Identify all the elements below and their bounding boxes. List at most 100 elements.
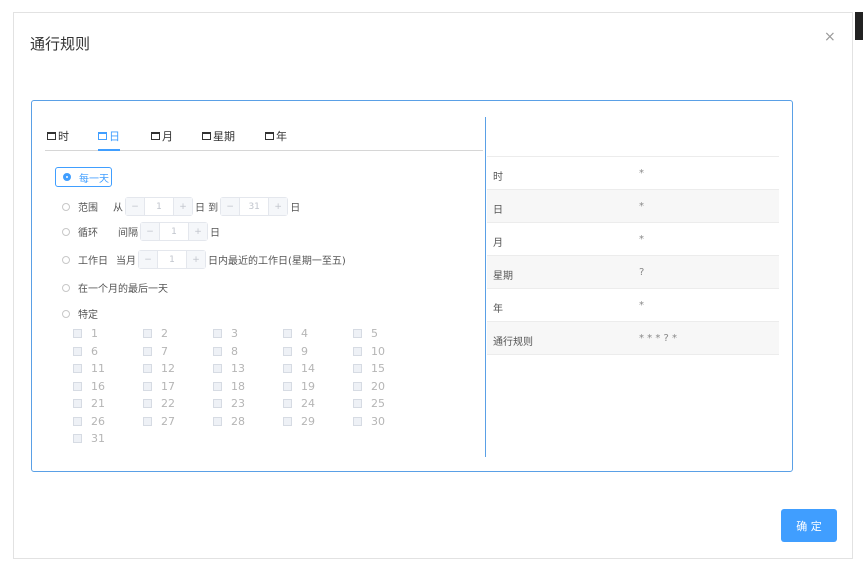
- tab-week[interactable]: 星期: [202, 128, 235, 144]
- day-checkbox[interactable]: [283, 329, 292, 338]
- day-checkbox-item[interactable]: 25: [353, 397, 385, 410]
- decrease-button[interactable]: −: [139, 251, 157, 268]
- day-checkbox-item[interactable]: 19: [283, 380, 315, 393]
- day-checkbox[interactable]: [283, 346, 292, 356]
- day-label: 22: [161, 397, 175, 410]
- increase-button[interactable]: +: [189, 223, 207, 240]
- every-day-radio[interactable]: [63, 173, 71, 181]
- day-checkbox[interactable]: [283, 381, 292, 391]
- day-checkbox-item[interactable]: 5: [353, 327, 378, 340]
- tab-year[interactable]: 年: [265, 128, 287, 144]
- last-day-radio[interactable]: [62, 283, 70, 292]
- day-checkbox[interactable]: [73, 399, 82, 408]
- day-checkbox[interactable]: [143, 381, 152, 391]
- day-checkbox[interactable]: [283, 416, 292, 426]
- day-checkbox-item[interactable]: 30: [353, 415, 385, 428]
- day-checkbox[interactable]: [73, 381, 82, 391]
- day-checkbox[interactable]: [143, 346, 152, 356]
- day-checkbox[interactable]: [143, 399, 152, 408]
- day-checkbox-item[interactable]: 28: [213, 415, 245, 428]
- day-checkbox[interactable]: [213, 416, 222, 426]
- day-checkbox[interactable]: [353, 399, 362, 408]
- confirm-button[interactable]: 确 定: [781, 509, 837, 542]
- day-checkbox[interactable]: [353, 346, 362, 356]
- day-checkbox[interactable]: [143, 329, 152, 338]
- day-checkbox[interactable]: [353, 381, 362, 391]
- day-checkbox[interactable]: [283, 399, 292, 408]
- decrease-button[interactable]: −: [141, 223, 159, 240]
- top-bar: [0, 0, 863, 12]
- specific-option[interactable]: 特定: [62, 306, 98, 321]
- close-icon[interactable]: ×: [824, 29, 836, 45]
- day-checkbox-item[interactable]: 15: [353, 362, 385, 375]
- day-checkbox[interactable]: [73, 329, 82, 338]
- day-checkbox-item[interactable]: 11: [73, 362, 105, 375]
- range-start-stepper[interactable]: − 1 +: [125, 197, 193, 216]
- last-day-option[interactable]: 在一个月的最后一天: [62, 280, 168, 295]
- day-checkbox-item[interactable]: 29: [283, 415, 315, 428]
- day-checkbox[interactable]: [353, 329, 362, 338]
- workday-option[interactable]: 工作日 当月 − 1 + 日内最近的工作日(星期一至五): [62, 250, 346, 269]
- loop-radio[interactable]: [62, 227, 70, 236]
- day-checkbox[interactable]: [73, 434, 82, 443]
- decrease-button[interactable]: −: [126, 198, 144, 215]
- workday-radio[interactable]: [62, 255, 70, 264]
- day-checkbox[interactable]: [73, 364, 82, 373]
- summary-value: *: [639, 234, 644, 245]
- loop-interval-stepper[interactable]: − 1 +: [140, 222, 208, 241]
- day-checkbox[interactable]: [283, 364, 292, 373]
- every-day-option[interactable]: 每一天: [55, 167, 112, 187]
- day-checkbox-item[interactable]: 31: [73, 432, 105, 445]
- day-checkbox[interactable]: [213, 381, 222, 391]
- tab-day[interactable]: 日: [98, 128, 120, 151]
- day-checkbox-item[interactable]: 13: [213, 362, 245, 375]
- day-checkbox[interactable]: [353, 364, 362, 373]
- day-checkbox-item[interactable]: 3: [213, 327, 238, 340]
- day-checkbox-item[interactable]: 22: [143, 397, 175, 410]
- day-checkbox[interactable]: [213, 399, 222, 408]
- increase-button[interactable]: +: [174, 198, 192, 215]
- day-checkbox[interactable]: [143, 364, 152, 373]
- loop-option[interactable]: 循环 间隔 − 1 + 日: [62, 222, 220, 241]
- decrease-button[interactable]: −: [221, 198, 240, 215]
- day-checkbox[interactable]: [73, 416, 82, 426]
- tab-month[interactable]: 月: [151, 128, 173, 144]
- day-checkbox-item[interactable]: 24: [283, 397, 315, 410]
- day-checkbox[interactable]: [213, 346, 222, 356]
- workday-value[interactable]: 1: [157, 251, 187, 268]
- increase-button[interactable]: +: [187, 251, 205, 268]
- day-checkbox-item[interactable]: 2: [143, 327, 168, 340]
- increase-button[interactable]: +: [269, 198, 288, 215]
- range-end-stepper[interactable]: − 31 +: [220, 197, 289, 216]
- specific-radio[interactable]: [62, 309, 70, 318]
- day-checkbox-item[interactable]: 17: [143, 380, 175, 393]
- day-checkbox[interactable]: [73, 346, 82, 356]
- day-checkbox-item[interactable]: 9: [283, 345, 308, 358]
- day-checkbox[interactable]: [213, 364, 222, 373]
- day-checkbox-item[interactable]: 27: [143, 415, 175, 428]
- day-checkbox-item[interactable]: 8: [213, 345, 238, 358]
- loop-interval-value[interactable]: 1: [159, 223, 189, 240]
- workday-stepper[interactable]: − 1 +: [138, 250, 206, 269]
- day-checkbox-item[interactable]: 20: [353, 380, 385, 393]
- day-checkbox-item[interactable]: 18: [213, 380, 245, 393]
- tab-hour[interactable]: 时: [47, 128, 69, 144]
- day-checkbox-item[interactable]: 6: [73, 345, 98, 358]
- day-checkbox-item[interactable]: 7: [143, 345, 168, 358]
- day-checkbox-item[interactable]: 16: [73, 380, 105, 393]
- day-checkbox-item[interactable]: 1: [73, 327, 98, 340]
- day-checkbox-item[interactable]: 4: [283, 327, 308, 340]
- day-checkbox-item[interactable]: 12: [143, 362, 175, 375]
- range-start-value[interactable]: 1: [144, 198, 174, 215]
- range-option[interactable]: 范围 从 − 1 + 日 到 − 31 + 日: [62, 197, 300, 216]
- day-checkbox-item[interactable]: 14: [283, 362, 315, 375]
- day-checkbox-item[interactable]: 26: [73, 415, 105, 428]
- range-end-value[interactable]: 31: [239, 198, 270, 215]
- day-checkbox[interactable]: [213, 329, 222, 338]
- day-checkbox-item[interactable]: 23: [213, 397, 245, 410]
- day-checkbox-item[interactable]: 21: [73, 397, 105, 410]
- range-radio[interactable]: [62, 202, 70, 211]
- day-checkbox-item[interactable]: 10: [353, 345, 385, 358]
- day-checkbox[interactable]: [353, 416, 362, 426]
- day-checkbox[interactable]: [143, 416, 152, 426]
